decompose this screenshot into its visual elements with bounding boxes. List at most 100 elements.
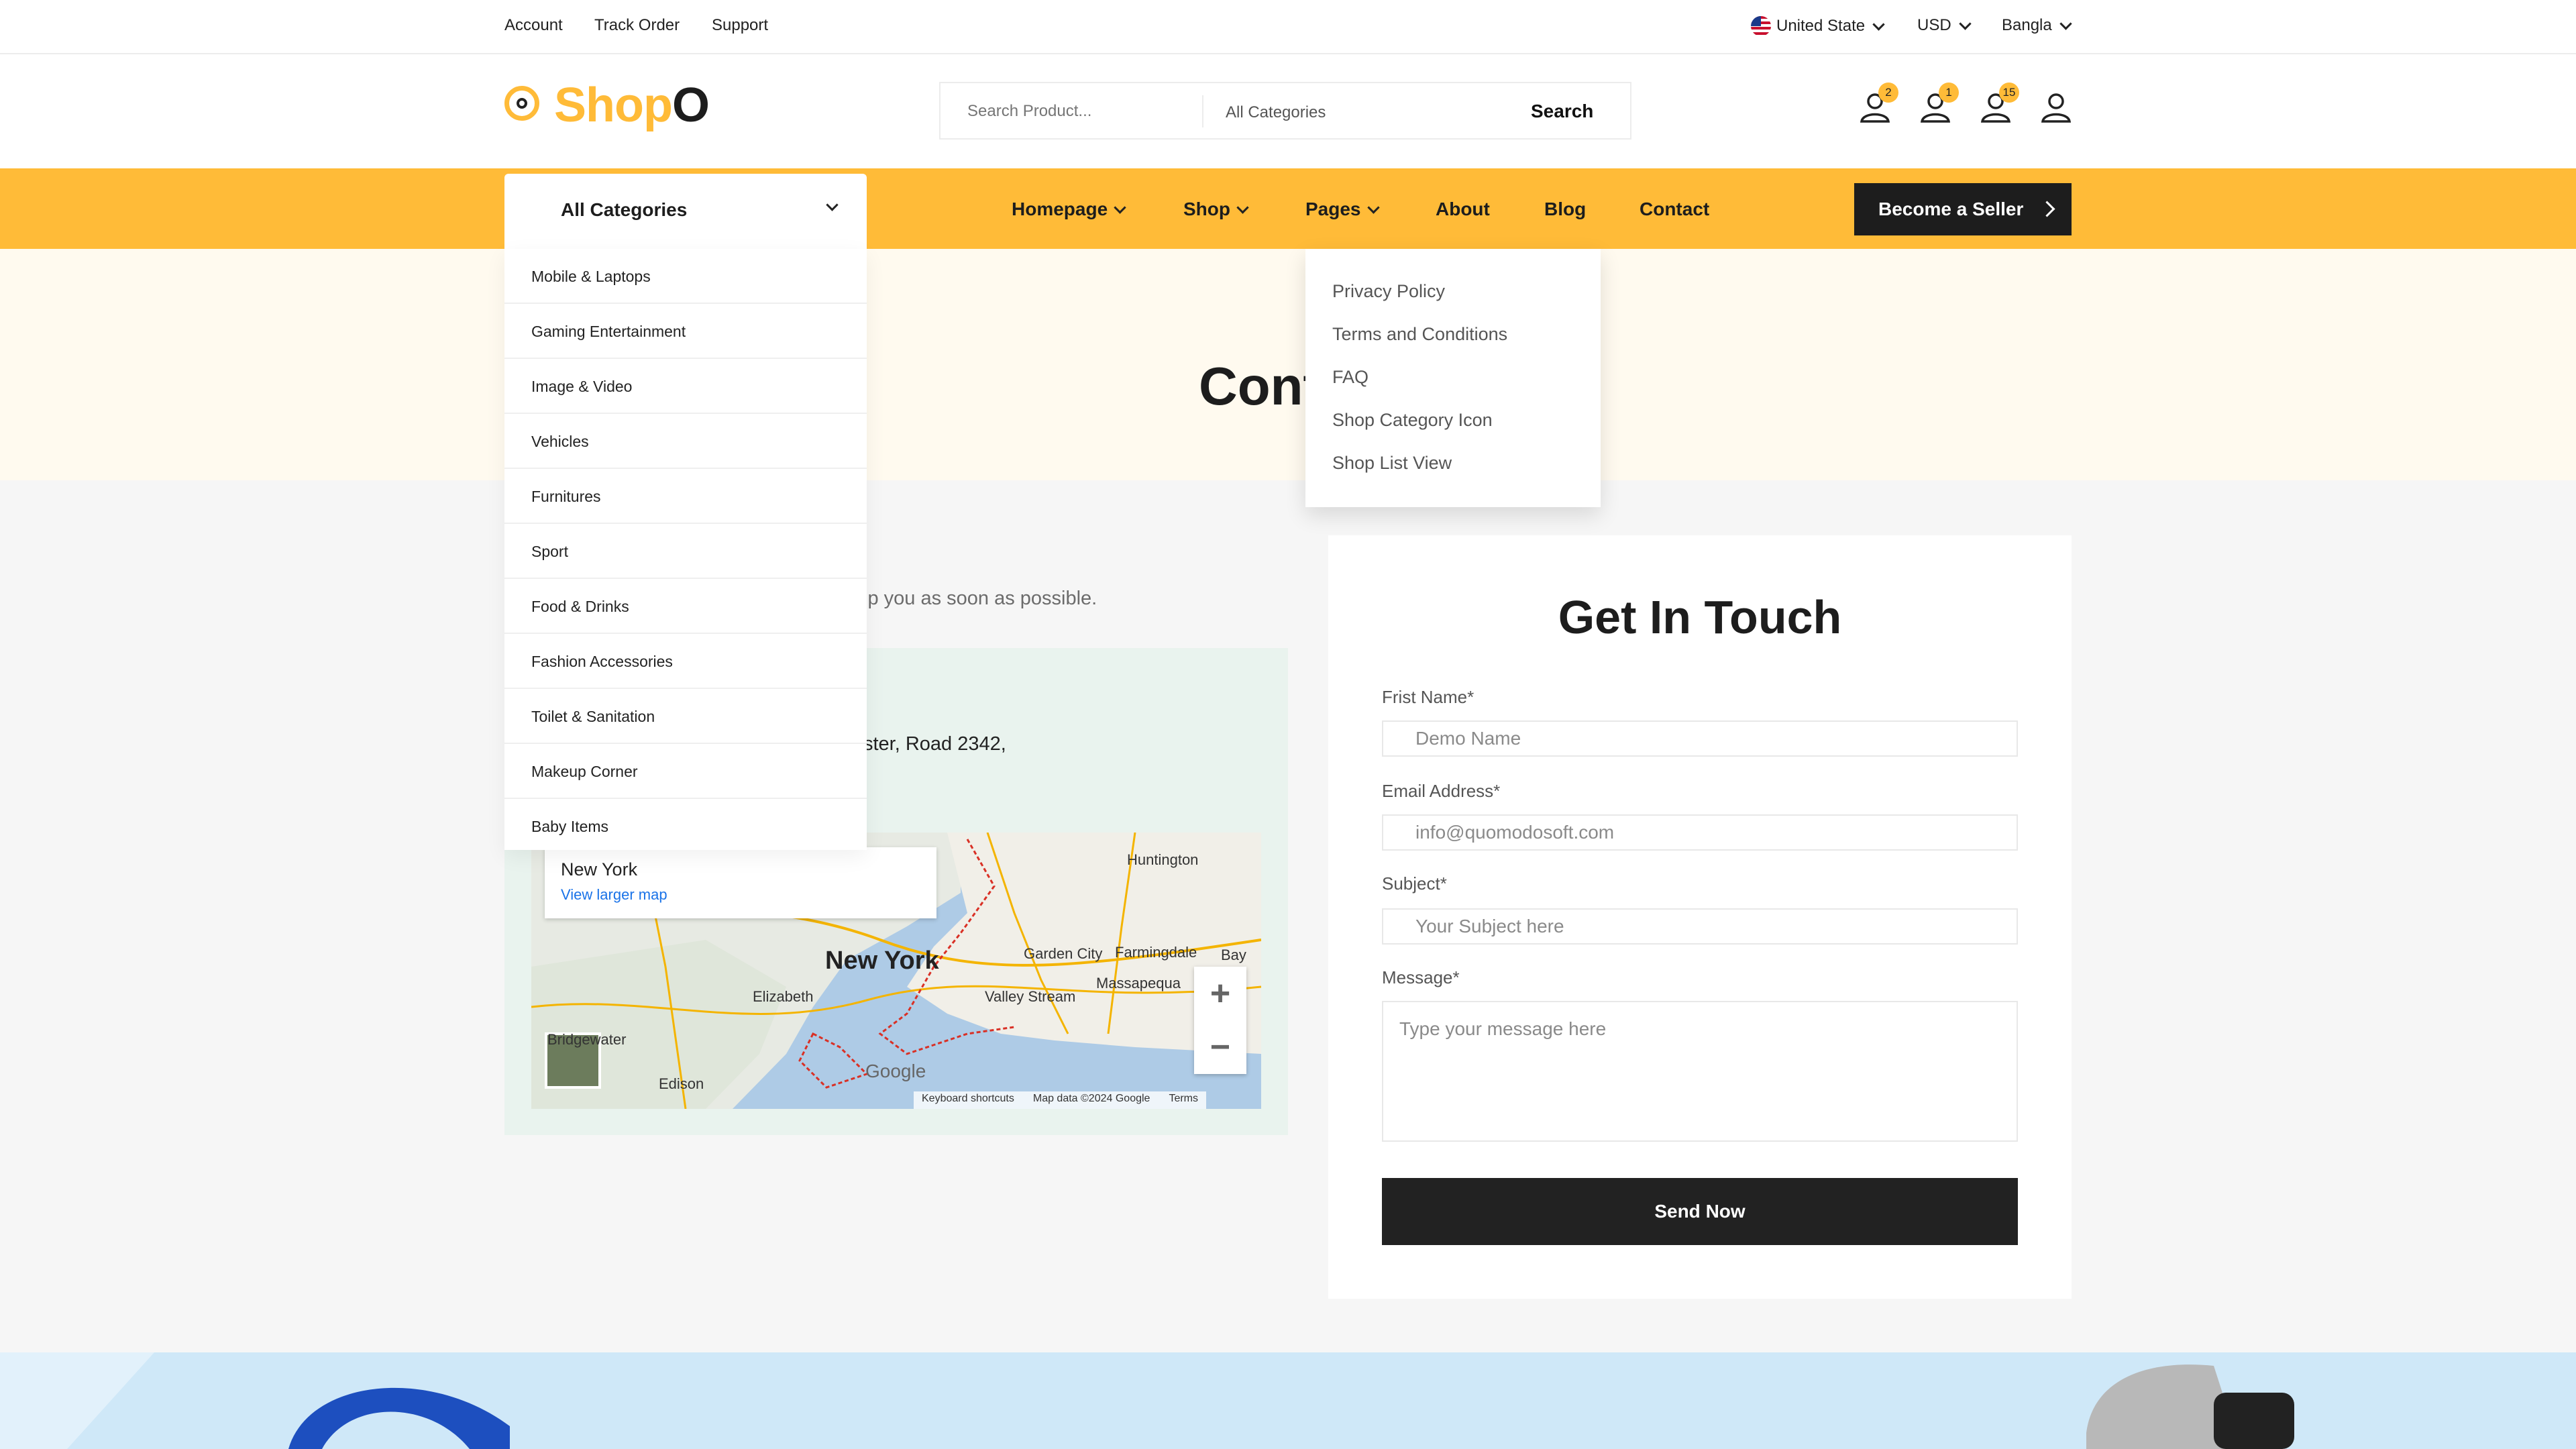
category-label: Vehicles: [531, 433, 589, 450]
first-name-field[interactable]: [1382, 720, 2018, 757]
account-link[interactable]: Account: [504, 16, 563, 35]
subject-label: Subject*: [1382, 873, 1447, 894]
wishlist-count-badge: 1: [1939, 83, 1959, 103]
google-logo: Google: [865, 1061, 926, 1081]
currency-label: USD: [1917, 16, 1951, 34]
nav-blog[interactable]: Blog: [1544, 199, 1586, 220]
nav-contact[interactable]: Contact: [1640, 199, 1709, 220]
map-data-label: Map data ©2024 Google: [1032, 1093, 1150, 1104]
chevron-down-icon: [2059, 17, 2072, 30]
map-place-label: Farmingdale: [1115, 944, 1197, 961]
form-title: Get In Touch: [1558, 591, 1842, 643]
search-bar: All Categories Search: [939, 82, 1631, 140]
category-item[interactable]: Fashion Accessories: [504, 634, 867, 689]
send-now-button[interactable]: Send Now: [1382, 1178, 2018, 1245]
country-label: United State: [1776, 17, 1866, 35]
all-categories-label: All Categories: [561, 199, 688, 220]
category-label: Sport: [531, 543, 568, 560]
category-label: Fashion Accessories: [531, 653, 673, 670]
language-select[interactable]: Bangla: [2002, 16, 2072, 35]
all-categories-toggle[interactable]: All Categories: [504, 174, 867, 249]
first-name-label: Frist Name*: [1382, 687, 1474, 707]
cart-count-badge: 15: [1999, 83, 2019, 103]
wishlist-button[interactable]: 1: [1919, 83, 1959, 128]
category-item[interactable]: Toilet & Sanitation: [504, 689, 867, 744]
pages-menu-item[interactable]: Terms and Conditions: [1332, 324, 1507, 345]
chevron-right-icon: [2039, 201, 2055, 217]
chevron-down-icon: [1114, 201, 1126, 214]
promo-banner: [0, 1352, 2576, 1449]
category-label: Mobile & Laptops: [531, 268, 651, 285]
country-select[interactable]: United State: [1751, 16, 1885, 36]
compare-button[interactable]: 2: [1858, 83, 1898, 128]
email-label: Email Address*: [1382, 781, 1501, 801]
category-item[interactable]: Furnitures: [504, 469, 867, 524]
search-button[interactable]: Search: [1531, 101, 1593, 122]
account-button[interactable]: [2039, 91, 2073, 128]
nav-homepage[interactable]: Homepage: [1012, 199, 1126, 220]
category-label: Image & Video: [531, 378, 633, 395]
pages-menu-item[interactable]: Shop List View: [1332, 453, 1452, 474]
logo[interactable]: ShopO: [554, 78, 710, 133]
map-place-label: New York: [825, 947, 939, 975]
logo-icon[interactable]: [504, 86, 539, 121]
nav-shop[interactable]: Shop: [1183, 199, 1249, 220]
chevron-down-icon: [1236, 201, 1249, 214]
support-link[interactable]: Support: [712, 16, 768, 35]
category-item[interactable]: Gaming Entertainment: [504, 304, 867, 359]
map-place-label: Valley Stream: [985, 988, 1076, 1005]
pages-menu-item[interactable]: FAQ: [1332, 367, 1368, 388]
zoom-in-button[interactable]: +: [1194, 967, 1246, 1020]
language-label: Bangla: [2002, 16, 2052, 34]
chevron-down-icon: [1958, 17, 1972, 30]
map-attribution: Keyboard shortcuts Map data ©2024 Google…: [914, 1091, 1206, 1109]
address-text: ster, Road 2342,: [863, 733, 1006, 755]
category-item[interactable]: Mobile & Laptops: [504, 249, 867, 304]
chevron-down-icon: [826, 199, 839, 211]
subject-field[interactable]: [1382, 908, 2018, 945]
map-place-label: Massapequa: [1096, 975, 1181, 991]
nav-bar: [0, 168, 2576, 249]
user-icon: [2041, 93, 2072, 123]
category-item[interactable]: Vehicles: [504, 414, 867, 469]
contact-lead-text: lp you as soon as possible.: [863, 588, 1097, 609]
category-item[interactable]: Makeup Corner: [504, 744, 867, 799]
become-seller-label: Become a Seller: [1878, 199, 2024, 219]
category-label: Makeup Corner: [531, 763, 638, 780]
map-terms-link[interactable]: Terms: [1169, 1093, 1198, 1108]
banner-art: [0, 1352, 2294, 1449]
cart-button[interactable]: 15: [1979, 83, 2019, 128]
email-field[interactable]: [1382, 814, 2018, 851]
map-zoom-controls: + −: [1194, 967, 1246, 1074]
pages-menu-item[interactable]: Shop Category Icon: [1332, 410, 1493, 431]
category-item[interactable]: Baby Items: [504, 799, 867, 854]
logo-main-text: Shop: [554, 78, 673, 132]
nav-shop-label: Shop: [1183, 199, 1230, 219]
search-input[interactable]: [967, 102, 1182, 121]
message-label: Message*: [1382, 967, 1460, 987]
category-item[interactable]: Food & Drinks: [504, 579, 867, 634]
currency-select[interactable]: USD: [1917, 16, 1972, 35]
nav-about[interactable]: About: [1436, 199, 1490, 220]
view-larger-map-link[interactable]: View larger map: [561, 886, 667, 904]
keyboard-shortcuts-link[interactable]: Keyboard shortcuts: [922, 1093, 1014, 1108]
map-place-label: Huntington: [1127, 851, 1199, 868]
message-field[interactable]: [1382, 1001, 2018, 1142]
category-item[interactable]: Image & Video: [504, 359, 867, 414]
category-item[interactable]: Sport: [504, 524, 867, 579]
map-place-label: Edison: [659, 1075, 704, 1092]
category-label: Gaming Entertainment: [531, 323, 686, 340]
category-dropdown: Mobile & Laptops Gaming Entertainment Im…: [504, 249, 867, 850]
pages-menu-item[interactable]: Privacy Policy: [1332, 281, 1445, 302]
track-order-link[interactable]: Track Order: [594, 16, 680, 35]
pages-dropdown: Privacy Policy Terms and Conditions FAQ …: [1305, 249, 1601, 507]
us-flag-icon: [1751, 16, 1771, 36]
chevron-down-icon: [1872, 17, 1885, 31]
chevron-down-icon: [1366, 201, 1380, 214]
compare-count-badge: 2: [1878, 83, 1898, 103]
category-label: Toilet & Sanitation: [531, 708, 655, 725]
search-category-select[interactable]: All Categories: [1226, 103, 1326, 122]
become-seller-button[interactable]: Become a Seller: [1854, 183, 2072, 235]
zoom-out-button[interactable]: −: [1194, 1020, 1246, 1074]
nav-pages[interactable]: Pages: [1305, 199, 1380, 220]
